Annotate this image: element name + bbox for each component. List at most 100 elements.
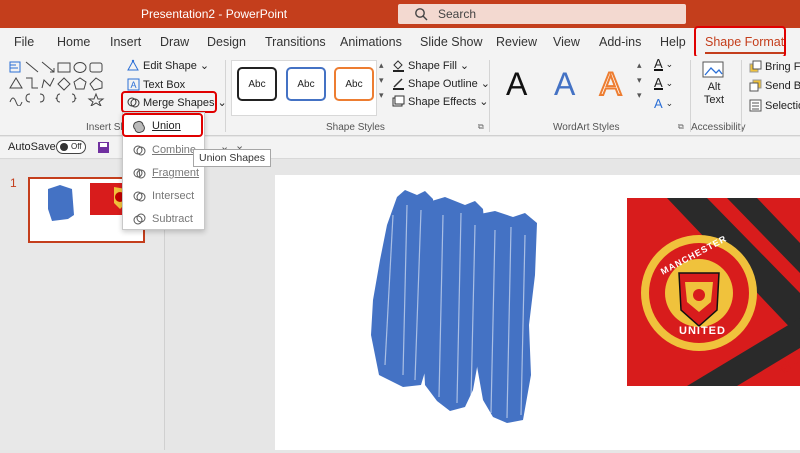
search-label: Search — [438, 7, 477, 21]
tab-review[interactable]: Review — [496, 35, 537, 49]
title-bar: Presentation2 - PowerPoint Search — [0, 0, 800, 28]
tab-help[interactable]: Help — [660, 35, 686, 49]
shape-fill-label: Shape Fill — [408, 59, 457, 72]
send-backward-label: Send Ba — [765, 79, 800, 92]
wordart-style-3[interactable]: A — [599, 65, 622, 103]
alt-text-button[interactable]: Alt Text — [702, 60, 726, 106]
tab-file[interactable]: File — [14, 35, 34, 49]
text-fill-icon: A — [654, 56, 663, 71]
slide-number: 1 — [10, 176, 17, 190]
shapes-icon — [9, 61, 105, 108]
shape-fill-button[interactable]: Shape Fill ⌄ — [392, 59, 469, 72]
intersect-icon — [133, 191, 146, 201]
chevron-down-icon: ⌄ — [665, 78, 674, 88]
selection-pane-label: Selectio — [765, 99, 800, 112]
text-box-label: Text Box — [143, 78, 186, 91]
manchester-united-image[interactable]: MANCHESTER UNITED MO — [627, 198, 800, 386]
chevron-down-icon: ⌄ — [199, 60, 210, 72]
divider — [489, 60, 490, 132]
paint-bucket-icon — [393, 60, 404, 72]
bring-forward-button[interactable]: Bring Fo — [749, 60, 800, 73]
dialog-launcher-icon[interactable]: ⧉ — [478, 122, 484, 132]
tab-home[interactable]: Home — [57, 35, 90, 49]
alt-text-label-2: Text — [703, 94, 725, 106]
quick-access-toolbar: AutoSave Off › ⌄ ⌄ — [0, 137, 800, 159]
crest-text-bottom: UNITED — [679, 325, 726, 337]
bring-forward-icon — [749, 60, 762, 73]
text-outline-icon: A — [654, 75, 663, 90]
wordart-style-1[interactable]: A — [506, 66, 527, 103]
bring-forward-label: Bring Fo — [765, 60, 800, 73]
edit-shape-label: Edit Shape — [143, 59, 197, 72]
chevron-down-icon: ⌄ — [665, 59, 674, 69]
send-backward-button[interactable]: Send Ba — [749, 79, 800, 92]
gallery-scroll[interactable]: ▴ ▾ ▾ — [379, 60, 384, 101]
text-box-icon: A — [127, 78, 140, 91]
chevron-down-icon: ▾ — [379, 75, 384, 85]
text-outline-button[interactable]: A ⌄ — [654, 75, 674, 90]
tab-view[interactable]: View — [553, 35, 580, 49]
dialog-launcher-icon[interactable]: ⧉ — [678, 122, 684, 132]
shape-outline-button[interactable]: Shape Outline ⌄ — [392, 77, 490, 90]
shape-style-2[interactable]: Abc — [286, 67, 326, 101]
edit-shape-icon — [127, 59, 139, 71]
autosave-label: AutoSave — [8, 141, 56, 153]
tab-draw[interactable]: Draw — [160, 35, 189, 49]
divider — [225, 60, 226, 132]
more-icon: ▾ — [637, 90, 642, 100]
shape-style-1[interactable]: Abc — [237, 67, 277, 101]
highlight-shape-format — [694, 26, 786, 58]
chevron-down-icon: ⌄ — [459, 60, 470, 72]
text-effects-button[interactable]: A ⌄ — [654, 96, 673, 111]
send-backward-icon — [749, 79, 762, 92]
text-box-button[interactable]: A Text Box — [127, 78, 185, 91]
selection-pane-icon — [749, 99, 762, 112]
window-title: Presentation2 - PowerPoint — [141, 7, 288, 21]
combine-icon — [133, 145, 146, 155]
wordart-gallery-scroll[interactable]: ▴ ▾ ▾ — [637, 60, 642, 101]
autosave-toggle[interactable]: Off — [56, 140, 86, 154]
toggle-knob — [60, 143, 68, 151]
shape-effects-label: Shape Effects — [408, 95, 477, 108]
wordart-style-2[interactable]: A — [554, 66, 575, 103]
tab-add-ins[interactable]: Add-ins — [599, 35, 641, 49]
highlight-merge-shapes — [121, 91, 217, 113]
tab-slide-show[interactable]: Slide Show — [420, 35, 483, 49]
menu-item-intersect[interactable]: Intersect — [123, 185, 206, 207]
tab-design[interactable]: Design — [207, 35, 246, 49]
chevron-down-icon: ⌄ — [665, 98, 674, 108]
ribbon: Edit Shape ⌄ A Text Box Merge Shapes ⌄ I… — [0, 56, 800, 136]
edit-shape-button[interactable]: Edit Shape ⌄ — [127, 59, 209, 72]
tab-animations[interactable]: Animations — [340, 35, 402, 49]
alt-text-icon — [702, 61, 724, 78]
shape-effects-button[interactable]: Shape Effects ⌄ — [392, 95, 489, 108]
shape-outline-label: Shape Outline — [408, 77, 478, 90]
selection-pane-button[interactable]: Selectio — [749, 99, 800, 112]
chevron-down-icon: ▾ — [637, 75, 642, 85]
text-fill-button[interactable]: A ⌄ — [654, 56, 674, 71]
menu-item-subtract[interactable]: Subtract — [123, 208, 206, 230]
alt-text-label-1: Alt — [707, 81, 721, 93]
fragment-label: Fragment — [152, 167, 200, 179]
search-box[interactable]: Search — [398, 4, 686, 24]
subtract-icon — [133, 213, 146, 224]
svg-text:A: A — [131, 80, 137, 90]
shape-effects-icon — [392, 95, 405, 107]
ribbon-tabs: File Home Insert Draw Design Transitions… — [0, 28, 800, 56]
shapes-gallery[interactable] — [8, 60, 118, 108]
save-icon[interactable] — [97, 141, 110, 154]
highlight-union — [122, 113, 203, 137]
combine-label: Combine — [152, 144, 197, 156]
union-tooltip: Union Shapes — [193, 149, 271, 167]
search-icon — [415, 8, 428, 21]
chevron-up-icon: ▴ — [637, 60, 642, 70]
divider — [741, 60, 742, 132]
shape-style-3[interactable]: Abc — [334, 67, 374, 101]
group-label-shape-styles: Shape Styles — [326, 122, 385, 133]
chevron-up-icon: ▴ — [379, 60, 384, 70]
tab-insert[interactable]: Insert — [110, 35, 141, 49]
fragment-icon — [133, 168, 146, 178]
tab-transitions[interactable]: Transitions — [265, 35, 326, 49]
group-label-wordart-styles: WordArt Styles — [553, 122, 620, 133]
manchester-united-crest — [641, 198, 800, 386]
